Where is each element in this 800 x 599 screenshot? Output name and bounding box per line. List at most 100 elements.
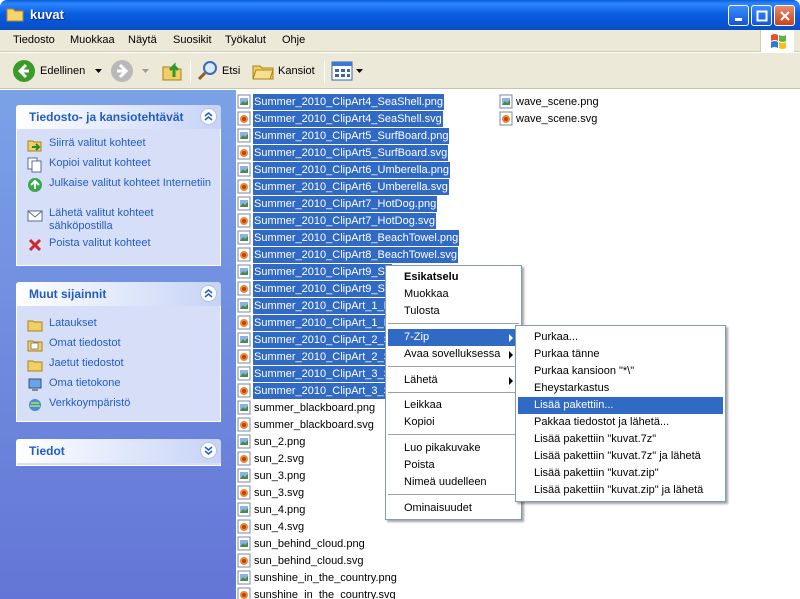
up-folder-button[interactable] <box>160 59 184 83</box>
file-item[interactable]: Summer_2010_ClipArt7_HotDog.png <box>237 195 438 212</box>
menu-file[interactable]: Tiedosto <box>13 34 55 46</box>
file-item[interactable]: sun_behind_cloud.png <box>237 535 366 552</box>
zip-extract-to-folder[interactable]: Purkaa kansioon "*\" <box>518 363 723 380</box>
file-item[interactable]: sun_4.png <box>237 501 306 518</box>
collapse-button[interactable] <box>200 108 217 125</box>
svg-file-icon <box>237 315 251 330</box>
file-name: Summer_2010_ClipArt4_SeaShell.svg <box>253 110 443 127</box>
task-copy[interactable]: Kopioi valitut kohteet <box>27 157 151 173</box>
file-item[interactable]: Summer_2010_ClipArt8_BeachTowel.png <box>237 229 460 246</box>
task-move[interactable]: Siirrä valitut kohteet <box>27 137 146 153</box>
menu-preview[interactable]: Esikatselu <box>388 269 519 286</box>
file-item[interactable]: sunshine_in_the_country.svg <box>237 586 397 599</box>
file-item[interactable]: Summer_2010_ClipArt_3_Sa <box>237 365 399 382</box>
task-publish[interactable]: Julkaise valitut kohteet Internetiin <box>27 177 212 193</box>
search-button[interactable]: Etsi <box>196 59 240 83</box>
zip-extract-here[interactable]: Purkaa tänne <box>518 346 723 363</box>
file-item[interactable]: Summer_2010_ClipArt4_SeaShell.png <box>237 93 444 110</box>
task-delete[interactable]: Poista valitut kohteet <box>27 237 151 253</box>
zip-add-to-archive[interactable]: Lisää pakettiin... <box>518 397 723 414</box>
menu-view[interactable]: Näytä <box>128 34 157 46</box>
file-item[interactable]: Summer_2010_ClipArt9_Su <box>237 280 392 297</box>
file-item[interactable]: Summer_2010_ClipArt6_Umberella.svg <box>237 178 449 195</box>
zip-add-zip[interactable]: Lisää pakettiin "kuvat.zip" <box>518 465 723 482</box>
menu-send-to[interactable]: Lähetä <box>388 372 519 389</box>
place-my-computer[interactable]: Oma tietokone <box>27 377 121 393</box>
menu-properties[interactable]: Ominaisuudet <box>388 500 519 517</box>
file-name: Summer_2010_ClipArt6_Umberella.png <box>253 161 451 178</box>
other-places-header[interactable]: Muut sijainnit <box>16 282 221 306</box>
file-item[interactable]: Summer_2010_ClipArt_1_P <box>237 297 392 314</box>
zip-add-7z-email[interactable]: Lisää pakettiin "kuvat.7z" ja lähetä <box>518 448 723 465</box>
zip-add-7z[interactable]: Lisää pakettiin "kuvat.7z" <box>518 431 723 448</box>
place-my-documents[interactable]: Omat tiedostot <box>27 337 121 353</box>
file-item[interactable]: sun_3.svg <box>237 484 305 501</box>
file-item[interactable]: Summer_2010_ClipArt5_SurfBoard.svg <box>237 144 449 161</box>
maximize-button[interactable] <box>751 5 772 26</box>
menu-cut[interactable]: Leikkaa <box>388 397 519 414</box>
file-item[interactable]: sun_3.png <box>237 467 306 484</box>
file-item[interactable]: Summer_2010_ClipArt_3_Sa <box>237 382 399 399</box>
file-item[interactable]: Summer_2010_ClipArt7_HotDog.svg <box>237 212 436 229</box>
zip-extract[interactable]: Purkaa... <box>518 329 723 346</box>
zip-test[interactable]: Eheystarkastus <box>518 380 723 397</box>
menu-edit[interactable]: Muokkaa <box>70 34 115 46</box>
file-item[interactable]: Summer_2010_ClipArt8_BeachTowel.svg <box>237 246 458 263</box>
zip-add-zip-email[interactable]: Lisää pakettiin "kuvat.zip" ja lähetä <box>518 482 723 499</box>
views-button[interactable] <box>331 59 363 83</box>
file-name: Summer_2010_ClipArt5_SurfBoard.svg <box>253 144 449 161</box>
menu-help[interactable]: Ohje <box>282 34 305 46</box>
menu-rename[interactable]: Nimeä uudelleen <box>388 474 519 491</box>
dropdown-arrow-icon[interactable] <box>95 69 103 73</box>
file-item[interactable]: wave_scene.png <box>499 93 600 110</box>
file-item[interactable]: sun_2.svg <box>237 450 305 467</box>
file-name: summer_blackboard.png <box>254 401 376 414</box>
menu-favorites[interactable]: Suosikit <box>173 34 212 46</box>
folders-button[interactable]: Kansiot <box>251 59 315 83</box>
menu-open-with[interactable]: Avaa sovelluksessa <box>388 346 519 363</box>
title-bar[interactable]: kuvat <box>0 0 800 30</box>
minimize-button[interactable] <box>728 5 749 26</box>
task-email[interactable]: Lähetä valitut kohteet sähköpostilla <box>27 207 212 233</box>
forward-button[interactable] <box>110 59 149 83</box>
maximize-icon <box>756 10 768 22</box>
close-button[interactable] <box>774 5 795 26</box>
file-item[interactable]: Summer_2010_ClipArt5_SurfBoard.png <box>237 127 450 144</box>
email-icon <box>27 210 43 222</box>
file-item[interactable]: Summer_2010_ClipArt_2_Sl <box>237 331 395 348</box>
file-item[interactable]: Summer_2010_ClipArt6_Umberella.png <box>237 161 451 178</box>
dropdown-arrow-icon[interactable] <box>142 69 149 73</box>
menu-edit-item[interactable]: Muokkaa <box>388 286 519 303</box>
file-item[interactable]: Summer_2010_ClipArt4_SeaShell.svg <box>237 110 443 127</box>
place-shared-documents[interactable]: Jaetut tiedostot <box>27 357 124 373</box>
network-globe-icon <box>29 399 41 411</box>
menu-delete[interactable]: Poista <box>388 457 519 474</box>
file-item[interactable]: wave_scene.svg <box>499 110 598 127</box>
file-item[interactable]: sun_2.png <box>237 433 306 450</box>
dropdown-arrow-icon[interactable] <box>356 69 363 73</box>
file-name: Summer_2010_ClipArt7_HotDog.png <box>253 195 438 212</box>
file-item[interactable]: sun_behind_cloud.svg <box>237 552 364 569</box>
file-item[interactable]: Summer_2010_ClipArt9_Su <box>237 263 392 280</box>
back-button[interactable]: Edellinen <box>12 59 103 83</box>
collapse-button[interactable] <box>200 285 217 302</box>
file-item[interactable]: summer_blackboard.svg <box>237 416 375 433</box>
menu-tools[interactable]: Työkalut <box>225 34 266 46</box>
zip-compress-email[interactable]: Pakkaa tiedostot ja lähetä... <box>518 414 723 431</box>
file-item[interactable]: summer_blackboard.png <box>237 399 376 416</box>
file-item[interactable]: sunshine_in_the_country.png <box>237 569 398 586</box>
place-downloads[interactable]: Lataukset <box>27 317 97 333</box>
file-item[interactable]: Summer_2010_ClipArt_1_P <box>237 314 392 331</box>
details-header[interactable]: Tiedot <box>16 439 221 463</box>
expand-button[interactable] <box>200 442 217 459</box>
file-name: Summer_2010_ClipArt_1_P <box>253 297 392 314</box>
menu-create-shortcut[interactable]: Luo pikakuvake <box>388 440 519 457</box>
menu-print[interactable]: Tulosta <box>388 303 519 320</box>
menu-7zip[interactable]: 7-Zip <box>388 329 519 346</box>
file-name: Summer_2010_ClipArt5_SurfBoard.png <box>253 127 450 144</box>
file-item[interactable]: Summer_2010_ClipArt_2_Sl <box>237 348 395 365</box>
file-item[interactable]: sun_4.svg <box>237 518 305 535</box>
place-network[interactable]: Verkkoympäristö <box>27 397 130 413</box>
file-tasks-header[interactable]: Tiedosto- ja kansiotehtävät <box>16 105 221 129</box>
menu-copy[interactable]: Kopioi <box>388 414 519 431</box>
